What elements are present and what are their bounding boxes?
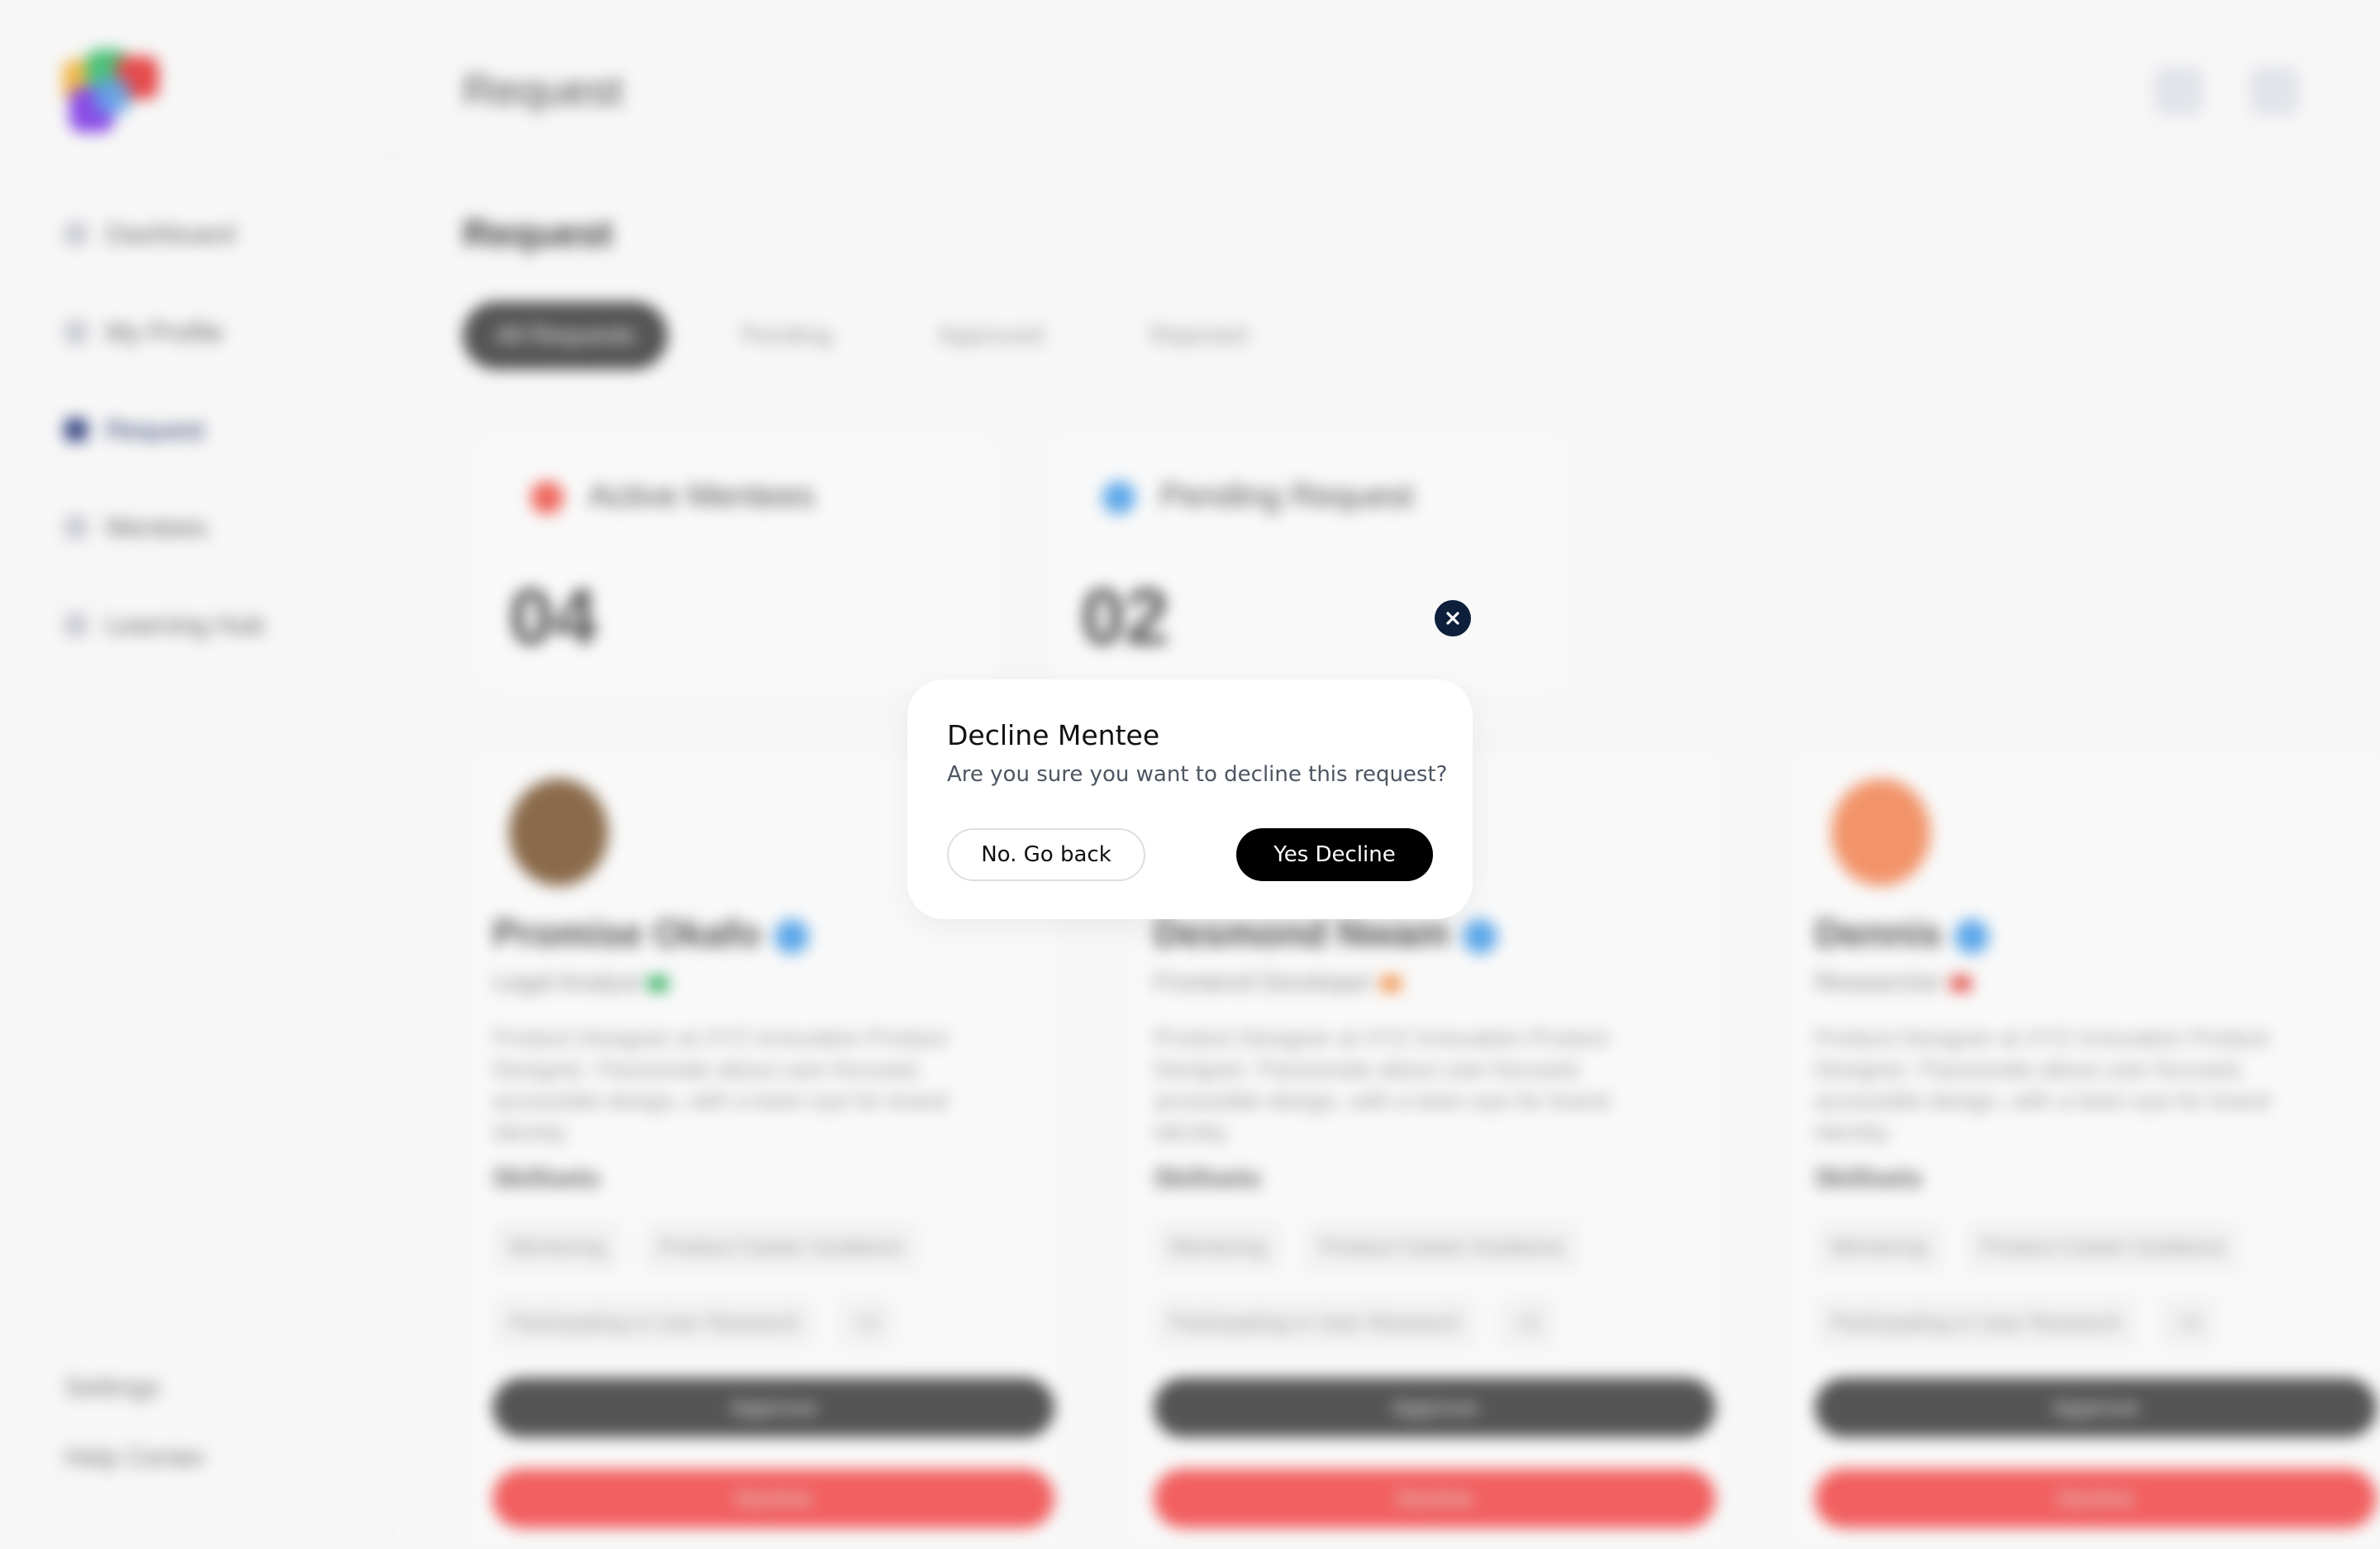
request-tabs: All Requests Pending Approved Rejected — [463, 302, 1280, 369]
notification-icon[interactable] — [2154, 66, 2203, 116]
header-divider — [388, 155, 2380, 157]
tag-row: Participating in User Research +2 — [493, 1297, 895, 1349]
tab-rejected[interactable]: Rejected — [1116, 302, 1280, 369]
mentor-bio: Product Designer at XYZ Innovation Produ… — [493, 1025, 948, 1145]
sidebar: Dashboard My Profile Request Mentees Lea… — [0, 0, 390, 1546]
tag-row: Mentoring Product Career Guidance — [493, 1221, 920, 1273]
sidebar-item-label: My Profile — [106, 317, 224, 347]
skill-tag: Product Career Guidance — [1964, 1221, 2242, 1273]
tag-row: Mentoring Product Career Guidance — [1154, 1221, 1581, 1273]
tab-approved[interactable]: Approved — [905, 302, 1077, 369]
profile-icon — [64, 321, 88, 344]
decline-button[interactable]: Decline — [493, 1469, 1054, 1528]
tab-all-requests[interactable]: All Requests — [463, 302, 669, 369]
skillsets-label: Skillsets — [1154, 1163, 1261, 1193]
sidebar-item-label: Learning Hub — [106, 609, 265, 640]
go-back-button[interactable]: No. Go back — [947, 828, 1145, 881]
app-logo — [58, 50, 174, 132]
skill-tag: Participating in User Research — [1815, 1297, 2139, 1349]
tag-row: Participating in User Research +2 — [1815, 1297, 2217, 1349]
avatar — [1831, 779, 1930, 886]
approve-button[interactable]: Approve — [493, 1378, 1054, 1437]
skill-tag: Mentoring — [1815, 1221, 1944, 1273]
flag-icon — [648, 976, 669, 992]
sidebar-item-label: Request — [106, 414, 205, 445]
decline-mentee-dialog: Decline Mentee Are you sure you want to … — [907, 679, 1473, 919]
dialog-message: Are you sure you want to decline this re… — [947, 762, 1448, 787]
stat-card-pending-request: Pending Request 02 — [1043, 430, 1575, 698]
sidebar-item-label: Dashboard — [106, 218, 236, 249]
verified-icon — [1462, 918, 1497, 954]
mentor-name: Dennis — [1815, 911, 1990, 956]
skill-tag: Participating in User Research — [493, 1297, 816, 1349]
close-icon — [1446, 612, 1459, 625]
stat-label: Active Mentees — [588, 478, 815, 514]
dashboard-icon — [64, 222, 88, 245]
profile-menu-icon[interactable] — [2249, 66, 2299, 116]
tab-pending[interactable]: Pending — [707, 302, 864, 369]
section-title: Request — [463, 212, 613, 255]
pending-request-icon — [1102, 481, 1135, 514]
sidebar-item-learning-hub[interactable]: Learning Hub — [64, 608, 264, 641]
approve-button[interactable]: Approve — [1154, 1378, 1716, 1437]
skill-tag: Mentoring — [1154, 1221, 1283, 1273]
mentor-role: Frontend Developer — [1154, 969, 1402, 997]
stat-card-active-mentees: Active Mentees 04 — [471, 430, 1003, 698]
mentor-card: Dennis Researcher Product Designer at XY… — [1788, 748, 2380, 1549]
tag-row: Mentoring Product Career Guidance — [1815, 1221, 2242, 1273]
flag-icon — [1951, 976, 1972, 992]
mentor-bio: Product Designer at XYZ Innovation Produ… — [1815, 1025, 2270, 1145]
skill-tag: Mentoring — [493, 1221, 621, 1273]
verified-icon — [1954, 918, 1990, 954]
skill-tag-more: +2 — [2159, 1297, 2217, 1349]
verified-icon — [774, 918, 809, 954]
confirm-decline-button[interactable]: Yes Decline — [1236, 828, 1433, 881]
mentor-role: Researcher — [1815, 969, 1972, 997]
sidebar-item-request[interactable]: Request — [64, 413, 204, 446]
skillsets-label: Skillsets — [1815, 1163, 1922, 1193]
sidebar-settings-link[interactable]: Settings — [64, 1372, 160, 1403]
skill-tag-more: +2 — [1498, 1297, 1556, 1349]
sidebar-item-my-profile[interactable]: My Profile — [64, 316, 223, 349]
stat-value: 02 — [1081, 573, 1169, 661]
approve-button[interactable]: Approve — [1815, 1378, 2377, 1437]
sidebar-item-label: Mentees — [106, 512, 207, 542]
skill-tag: Product Career Guidance — [1303, 1221, 1581, 1273]
stat-label: Pending Request — [1160, 478, 1414, 514]
skill-tag-more: +2 — [837, 1297, 895, 1349]
page-title: Request — [463, 67, 623, 115]
decline-button[interactable]: Decline — [1154, 1469, 1716, 1528]
stat-value: 04 — [509, 573, 597, 661]
tag-row: Participating in User Research +2 — [1154, 1297, 1556, 1349]
sidebar-item-dashboard[interactable]: Dashboard — [64, 217, 236, 250]
flag-icon — [1381, 976, 1402, 992]
request-icon — [64, 418, 88, 441]
skillsets-label: Skillsets — [493, 1163, 600, 1193]
skill-tag: Product Career Guidance — [642, 1221, 920, 1273]
sidebar-item-mentees[interactable]: Mentees — [64, 511, 207, 544]
mentees-icon — [64, 516, 88, 539]
sidebar-help-link[interactable]: Help Center — [64, 1442, 206, 1473]
skill-tag: Participating in User Research — [1154, 1297, 1478, 1349]
avatar — [509, 779, 608, 886]
learning-icon — [64, 613, 88, 636]
mentor-bio: Product Designer at XYZ Innovation Produ… — [1154, 1025, 1609, 1145]
dialog-title: Decline Mentee — [947, 719, 1160, 751]
mentor-role: Legal Analyst — [493, 969, 669, 997]
active-mentees-icon — [531, 481, 564, 514]
mentor-name: Promise Okafo — [493, 911, 809, 956]
close-modal-button[interactable] — [1435, 600, 1471, 636]
decline-button[interactable]: Decline — [1815, 1469, 2377, 1528]
